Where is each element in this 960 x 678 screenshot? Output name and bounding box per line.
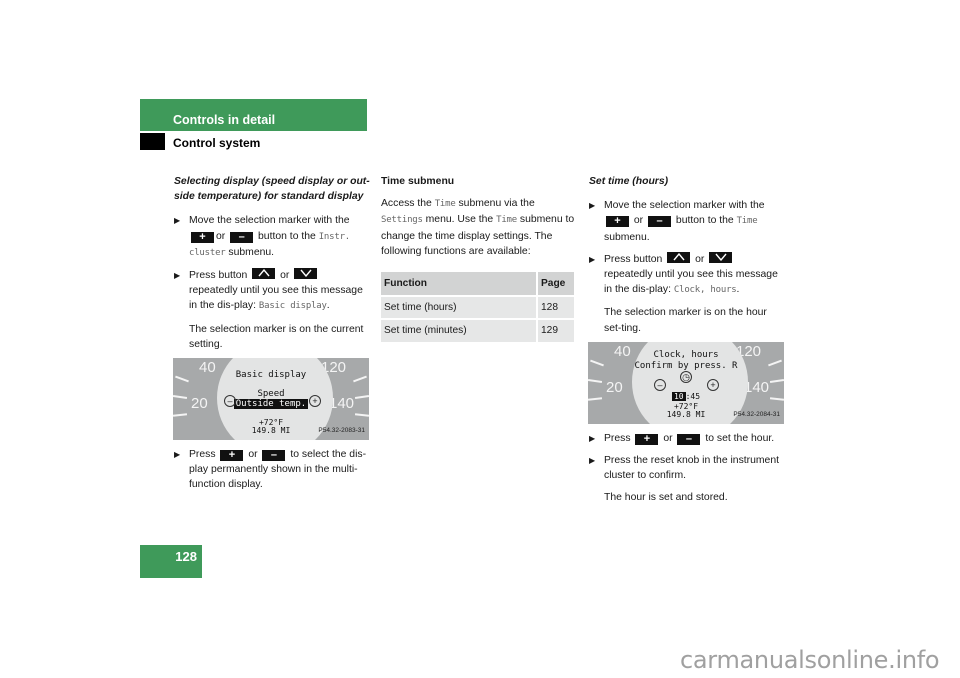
subsection-title: Control system	[173, 136, 261, 150]
plus-key-icon: +	[635, 433, 659, 445]
step-press-button: ▶ Press button or repeatedly until you s…	[174, 268, 363, 312]
note-hour-stored: The hour is set and stored.	[604, 492, 728, 504]
heading-set-time-hours: Set time (hours)	[589, 176, 669, 187]
bullet-arrow-icon: ▶	[589, 201, 596, 211]
down-key-icon	[294, 268, 318, 280]
bullet-arrow-icon: ▶	[174, 216, 181, 226]
step-confirm: ▶ Press the reset knob in the instrument…	[589, 455, 779, 482]
bullet-arrow-icon: ▶	[174, 450, 181, 460]
plus-key-icon: +	[606, 216, 629, 228]
plus-key-icon: +	[191, 231, 214, 243]
column-selecting-display: Selecting display (speed display or out-…	[173, 174, 370, 500]
display-option-temp-selected: Outside temp.	[233, 399, 309, 410]
up-key-icon	[252, 268, 276, 280]
time-submenu-description: Access the Time submenu via the Settings…	[381, 198, 575, 257]
bullet-arrow-icon: ▶	[174, 271, 181, 281]
display-title: Basic display	[235, 370, 307, 381]
clock-icon: ◷	[680, 370, 692, 383]
display-message: Clock, hours	[673, 285, 737, 296]
down-key-icon	[709, 251, 733, 263]
plus-circle-icon: +	[309, 395, 321, 408]
display-illustration-clock: 40 20 120 140 Clock, hours Confirm by pr…	[588, 341, 784, 424]
step-move-marker: ▶ Move the selection marker with the + o…	[589, 200, 765, 243]
column-set-time-hours: Set time (hours) ▶ Move the selection ma…	[588, 174, 785, 512]
bullet-arrow-icon: ▶	[589, 456, 596, 466]
minus-key-icon: –	[677, 433, 701, 445]
step-press-button: ▶ Press button or repeatedly until you s…	[589, 251, 778, 296]
section-title: Controls in detail	[173, 113, 276, 127]
display-message: Basic display	[258, 301, 327, 312]
heading-time-submenu: Time submenu	[381, 176, 455, 187]
minus-circle-icon: –	[224, 395, 236, 408]
step-select-display: ▶ Press + or – to select the dis-play pe…	[174, 449, 367, 491]
note-current-setting: The selection marker is on the current s…	[189, 323, 364, 350]
heading-selecting-display: Selecting display (speed display or out-…	[174, 176, 370, 203]
watermark[interactable]: carmanualsonline.info	[680, 646, 940, 674]
menu-name: Time	[736, 216, 758, 227]
minus-key-icon: –	[230, 231, 254, 243]
bullet-arrow-icon: ▶	[589, 254, 596, 264]
table-row: Set time (hours) 128	[381, 295, 574, 320]
page-number: 128	[140, 545, 202, 578]
table-header-row: Function Page	[381, 272, 574, 297]
table-row: Set time (minutes) 129	[381, 318, 574, 342]
plus-key-icon: +	[220, 450, 244, 462]
display-illustration-basic: 40 20 120 140 Basic display Speed Outsid…	[173, 358, 369, 441]
subsection-marker	[140, 133, 165, 150]
minus-key-icon: –	[648, 216, 672, 228]
up-key-icon	[667, 251, 691, 263]
column-header-page: Page	[536, 272, 574, 297]
note-hour-setting: The selection marker is on the hour set-…	[604, 307, 767, 334]
step-move-marker: ▶ Move the selection marker with the + or…	[174, 215, 351, 258]
minus-key-icon: –	[262, 450, 286, 462]
column-header-function: Function	[381, 272, 537, 297]
bullet-arrow-icon: ▶	[589, 433, 596, 443]
functions-table: Function Page Set time (hours) 128 Set t…	[381, 272, 574, 342]
figure-code: P54.32-2083-31	[318, 426, 365, 434]
step-set-hour: ▶ Press + or – to set the hour.	[589, 432, 775, 445]
column-time-submenu: Time submenu Access the Time submenu via…	[381, 174, 577, 342]
figure-code: P54.32-2084-31	[733, 410, 780, 418]
